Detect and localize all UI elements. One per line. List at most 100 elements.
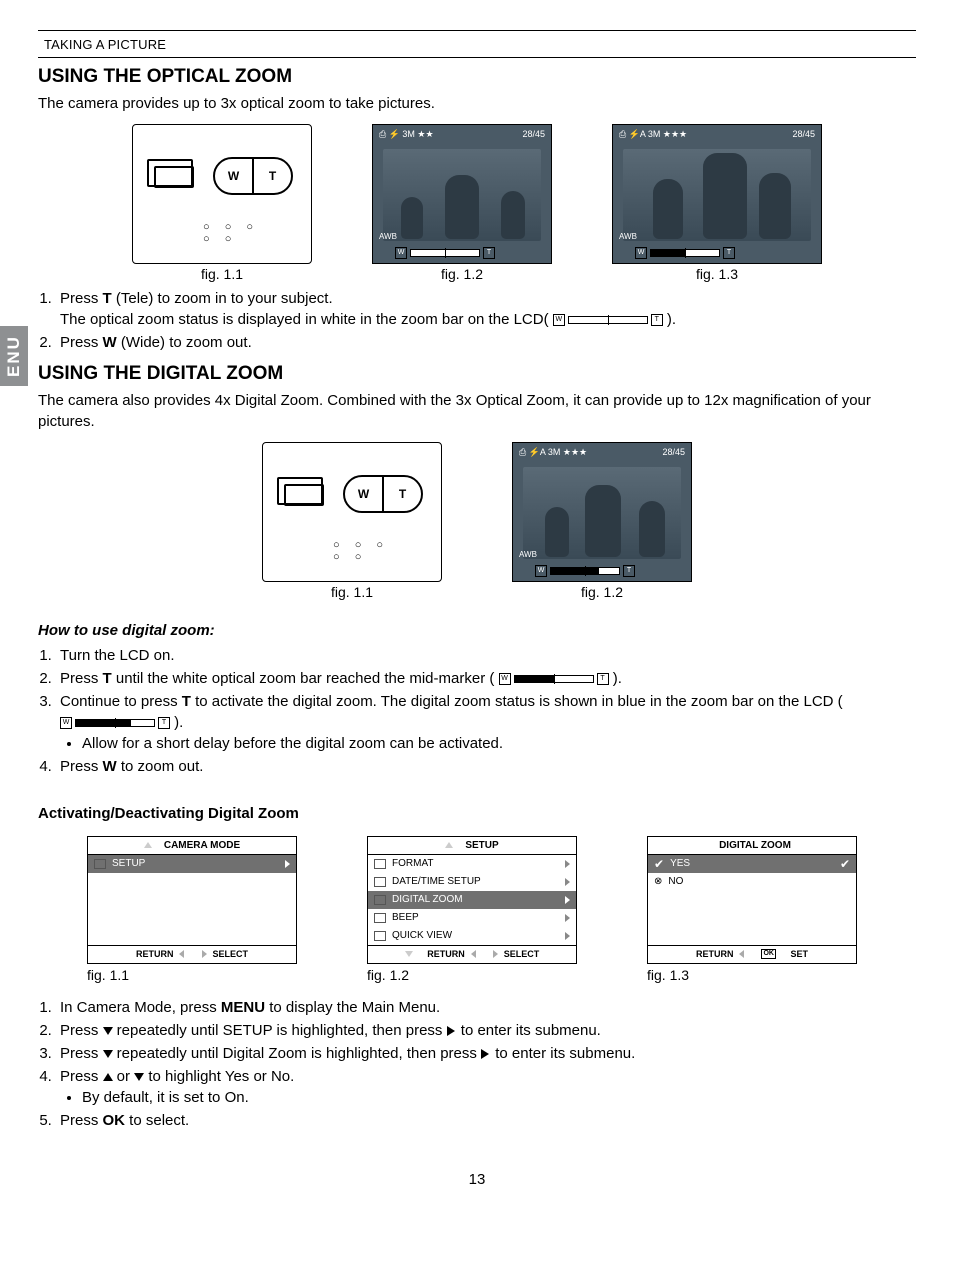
step-2: Press W (Wide) to zoom out.: [56, 332, 916, 353]
lcd-awb: AWB: [519, 550, 537, 559]
cross-circle-icon: ⊗: [654, 876, 662, 887]
menu-row-beep: BEEP: [368, 909, 576, 927]
menu-row-label: SETUP: [112, 858, 279, 869]
menu-row-label: BEEP: [392, 912, 559, 923]
menu-row-yes: ✔YES✔: [648, 855, 856, 873]
footer-return: RETURN: [696, 949, 734, 959]
text: The optical zoom status is displayed in …: [60, 311, 553, 328]
menu-2: SETUP FORMAT DATE/TIME SETUP DIGITAL ZOO…: [367, 836, 587, 983]
text: (Wide) to zoom out.: [117, 334, 252, 351]
zoom-bar-icon: WT: [499, 673, 609, 685]
menu-3: DIGITAL ZOOM ✔YES✔ ⊗NO RETURN OK SET fig…: [647, 836, 867, 983]
key-t: T: [182, 693, 191, 710]
fig-caption: fig. 1.1: [331, 584, 373, 600]
text: to display the Main Menu.: [265, 999, 440, 1016]
lcd-top-icons: ⎙ ⚡A 3M ★★★: [519, 447, 587, 458]
chevron-right-icon: [565, 914, 570, 922]
step-3: Press repeatedly until Digital Zoom is h…: [56, 1043, 916, 1064]
triangle-down-icon: [103, 1027, 113, 1035]
menu-header-label: DIGITAL ZOOM: [719, 840, 791, 851]
step-2: Press T until the white optical zoom bar…: [56, 668, 916, 689]
footer-select: SELECT: [213, 949, 249, 959]
fig-1-1: WT ○ ○ ○○ ○ fig. 1.1: [262, 442, 442, 600]
text: ).: [613, 670, 622, 687]
step-5: Press OK to select.: [56, 1110, 916, 1131]
lcd-top-icons: ⎙ ⚡A 3M ★★★: [619, 129, 687, 140]
menu-row-label: FORMAT: [392, 858, 559, 869]
text: In Camera Mode, press: [60, 999, 221, 1016]
lcd-top-icons: ⎙ ⚡ 3M ★★: [379, 129, 434, 140]
clock-icon: [374, 877, 386, 887]
text: ).: [667, 311, 676, 328]
text: to enter its submenu.: [457, 1022, 601, 1039]
step-1: Turn the LCD on.: [56, 645, 916, 666]
lcd-counter: 28/45: [522, 129, 545, 140]
step-1: Press T (Tele) to zoom in to your subjec…: [56, 288, 916, 330]
text: ).: [174, 714, 183, 731]
page-number: 13: [38, 1171, 916, 1188]
menu-row-label: QUICK VIEW: [392, 930, 559, 941]
step-2: Press repeatedly until SETUP is highligh…: [56, 1020, 916, 1041]
fig-caption: fig. 1.1: [87, 967, 307, 983]
menu-row-label: DATE/TIME SETUP: [392, 876, 559, 887]
lcd-counter: 28/45: [662, 447, 685, 458]
text: repeatedly until Digital Zoom is highlig…: [113, 1045, 482, 1062]
footer-return: RETURN: [136, 949, 174, 959]
menu-row-no: ⊗NO: [648, 873, 856, 891]
camera-back-illustration: WT ○ ○ ○○ ○: [262, 442, 442, 582]
text: Continue to press: [60, 693, 182, 710]
rule-2: [38, 57, 916, 58]
key-t: T: [103, 670, 112, 687]
step-3: Continue to press T to activate the digi…: [56, 691, 916, 754]
step-4-bullet: By default, it is set to On.: [82, 1087, 916, 1108]
zoom-bar-icon: WT: [535, 565, 635, 577]
lcd-preview: ⎙ ⚡ 3M ★★28/45 AWB WT: [372, 124, 552, 264]
text: repeatedly until SETUP is highlighted, t…: [113, 1022, 447, 1039]
menu-header-label: SETUP: [465, 840, 498, 851]
format-icon: [374, 859, 386, 869]
fig-1-2: ⎙ ⚡A 3M ★★★ 28/45 AWB WT fig. 1.2: [512, 442, 692, 600]
triangle-down-icon: [103, 1050, 113, 1058]
menu-header-label: CAMERA MODE: [164, 840, 240, 851]
key-t: T: [103, 290, 112, 307]
text: to activate the digital zoom. The digita…: [191, 693, 843, 710]
digital-steps: Turn the LCD on. Press T until the white…: [56, 645, 916, 777]
menu-row-setup: SETUP: [88, 855, 296, 873]
triangle-right-icon: [202, 950, 207, 958]
heading-optical-zoom: USING THE OPTICAL ZOOM: [38, 66, 916, 88]
triangle-left-icon: [471, 950, 476, 958]
activate-heading: Activating/Deactivating Digital Zoom: [38, 805, 916, 822]
triangle-up-icon: [445, 842, 453, 848]
check-icon: ✔: [840, 857, 850, 871]
footer-set: SET: [791, 949, 809, 959]
menu-row-digital-zoom: DIGITAL ZOOM: [368, 891, 576, 909]
fig-caption: fig. 1.2: [441, 266, 483, 282]
text: (Tele) to zoom in to your subject.: [112, 290, 333, 307]
zoom-bar-icon: WT: [60, 717, 170, 729]
optical-figure-row: WT ○ ○ ○○ ○ fig. 1.1 ⎙ ⚡ 3M ★★28/45 AWB …: [38, 124, 916, 282]
check-icon: ✔: [654, 857, 664, 871]
text: Press: [60, 1068, 103, 1085]
menu-row-label: DIGITAL ZOOM: [392, 894, 559, 905]
text: to zoom out.: [117, 758, 204, 775]
key-w: W: [103, 758, 117, 775]
key-ok: OK: [103, 1112, 126, 1129]
text: Press: [60, 1045, 103, 1062]
activate-steps: In Camera Mode, press MENU to display th…: [56, 997, 916, 1131]
lcd-preview: ⎙ ⚡A 3M ★★★ 28/45 AWB WT: [512, 442, 692, 582]
chevron-right-icon: [565, 878, 570, 886]
zoom-icon: [374, 895, 386, 905]
footer-select: SELECT: [504, 949, 540, 959]
optical-intro: The camera provides up to 3x optical zoo…: [38, 94, 916, 114]
key-menu: MENU: [221, 999, 265, 1016]
fig-caption: fig. 1.2: [581, 584, 623, 600]
ok-icon: OK: [761, 949, 776, 959]
text: Press: [60, 290, 103, 307]
camera-back-illustration: WT ○ ○ ○○ ○: [132, 124, 312, 264]
section-header: TAKING A PICTURE: [38, 31, 916, 55]
sound-icon: [374, 913, 386, 923]
menu-setup: SETUP FORMAT DATE/TIME SETUP DIGITAL ZOO…: [367, 836, 577, 964]
text: to enter its submenu.: [491, 1045, 635, 1062]
triangle-down-icon: [134, 1073, 144, 1081]
fig-caption: fig. 1.3: [696, 266, 738, 282]
